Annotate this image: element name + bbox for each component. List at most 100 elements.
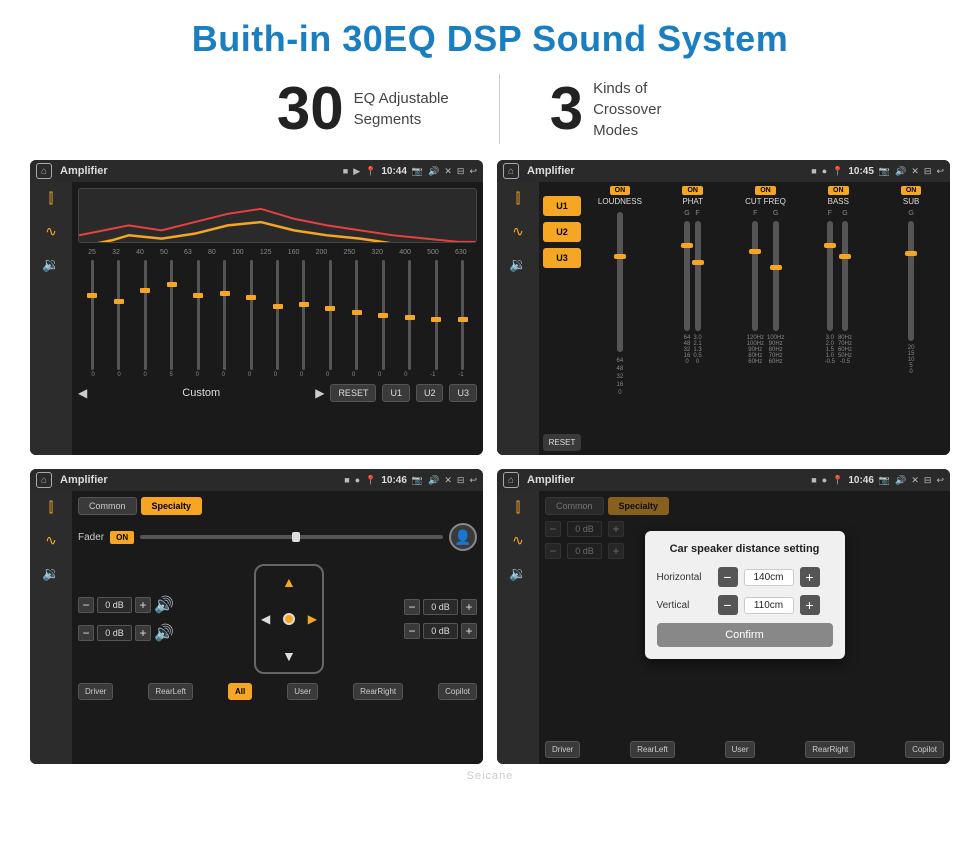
on-badge-3[interactable]: ON: [755, 186, 776, 195]
speaker-icon-4[interactable]: 🔉: [509, 565, 526, 582]
tab-specialty[interactable]: Specialty: [141, 497, 203, 515]
u2-btn[interactable]: U2: [416, 384, 444, 402]
window-icon[interactable]: ⊟: [457, 166, 465, 177]
slider-13[interactable]: [398, 260, 422, 370]
slider-15[interactable]: [451, 260, 475, 370]
vert-plus[interactable]: +: [800, 595, 820, 615]
driver-btn[interactable]: Driver: [78, 683, 113, 700]
phat-f-slider[interactable]: [695, 221, 701, 331]
close-icon-4[interactable]: ✕: [911, 475, 919, 486]
rr-minus[interactable]: −: [404, 623, 420, 639]
slider-11[interactable]: [345, 260, 369, 370]
home-icon-2[interactable]: [503, 163, 519, 179]
phat-g-slider[interactable]: [684, 221, 690, 331]
bass-g-slider[interactable]: [842, 221, 848, 331]
rr-plus[interactable]: +: [461, 623, 477, 639]
driver-btn-4[interactable]: Driver: [545, 741, 580, 758]
slider-9[interactable]: [292, 260, 316, 370]
u3-btn[interactable]: U3: [449, 384, 477, 402]
next-btn[interactable]: ▶: [315, 386, 324, 400]
wave-icon[interactable]: ∿: [45, 223, 57, 240]
back-icon-2[interactable]: ↩: [936, 166, 944, 177]
u2-btn-2[interactable]: U2: [543, 222, 581, 242]
slider-7[interactable]: [239, 260, 263, 370]
rearleft-btn-4[interactable]: RearLeft: [630, 741, 675, 758]
reset-btn[interactable]: RESET: [330, 384, 376, 402]
all-btn[interactable]: All: [228, 683, 252, 700]
lf-plus[interactable]: +: [135, 597, 151, 613]
speaker-icon-2[interactable]: 🔉: [509, 256, 526, 273]
user-btn-4[interactable]: User: [725, 741, 756, 758]
prev-btn[interactable]: ◀: [78, 386, 87, 400]
lr-minus[interactable]: −: [78, 625, 94, 641]
slider-12[interactable]: [371, 260, 395, 370]
window-icon-2[interactable]: ⊟: [924, 166, 932, 177]
back-icon-4[interactable]: ↩: [936, 475, 944, 486]
wave-icon-4[interactable]: ∿: [512, 532, 524, 549]
u1-btn-2[interactable]: U1: [543, 196, 581, 216]
slider-5[interactable]: [186, 260, 210, 370]
slider-4[interactable]: [159, 260, 183, 370]
horiz-plus[interactable]: +: [800, 567, 820, 587]
close-icon-3[interactable]: ✕: [444, 475, 452, 486]
back-icon[interactable]: ↩: [469, 166, 477, 177]
cutfreq-f-slider[interactable]: [752, 221, 758, 331]
on-badge-1[interactable]: ON: [610, 186, 631, 195]
back-icon-3[interactable]: ↩: [469, 475, 477, 486]
copilot-btn-4[interactable]: Copilot: [905, 741, 944, 758]
fader-track[interactable]: [140, 535, 443, 539]
slider-10[interactable]: [318, 260, 342, 370]
horiz-minus[interactable]: −: [718, 567, 738, 587]
rearright-btn[interactable]: RearRight: [353, 683, 403, 700]
home-icon[interactable]: [36, 163, 52, 179]
fader-on-toggle[interactable]: ON: [110, 531, 134, 544]
slider-6[interactable]: [212, 260, 236, 370]
home-icon-4[interactable]: [503, 472, 519, 488]
rf-minus[interactable]: −: [404, 599, 420, 615]
sub-slider[interactable]: [908, 221, 914, 341]
wave-icon-3[interactable]: ∿: [45, 532, 57, 549]
slider-1[interactable]: [80, 260, 104, 370]
on-badge-5[interactable]: ON: [901, 186, 922, 195]
preset-label: Custom: [93, 387, 309, 399]
reset-btn-2[interactable]: RESET: [543, 434, 581, 451]
vert-minus[interactable]: −: [718, 595, 738, 615]
tab-common[interactable]: Common: [78, 497, 137, 515]
rearright-btn-4[interactable]: RearRight: [805, 741, 855, 758]
eq-icon[interactable]: ⫿: [49, 190, 53, 207]
u3-btn-2[interactable]: U3: [543, 248, 581, 268]
loudness-slider[interactable]: [617, 212, 623, 352]
lf-minus[interactable]: −: [78, 597, 94, 613]
ch-phat-label: PHAT: [682, 197, 703, 206]
rf-plus[interactable]: +: [461, 599, 477, 615]
lr-plus[interactable]: +: [135, 625, 151, 641]
eq-icon-2[interactable]: ⫿: [516, 190, 520, 207]
speaker-icon[interactable]: 🔉: [42, 256, 59, 273]
copilot-btn[interactable]: Copilot: [438, 683, 477, 700]
slider-3[interactable]: [133, 260, 157, 370]
user-btn[interactable]: User: [287, 683, 318, 700]
profile-btn[interactable]: 👤: [449, 523, 477, 551]
cutfreq-g-slider[interactable]: [773, 221, 779, 331]
close-icon[interactable]: ✕: [444, 166, 452, 177]
slider-2[interactable]: [106, 260, 130, 370]
eq-icon-4[interactable]: ⫿: [516, 499, 520, 516]
speaker-icon-3[interactable]: 🔉: [42, 565, 59, 582]
u1-btn[interactable]: U1: [382, 384, 410, 402]
close-icon-2[interactable]: ✕: [911, 166, 919, 177]
bass-f-slider[interactable]: [827, 221, 833, 331]
wave-icon-2[interactable]: ∿: [512, 223, 524, 240]
window-icon-4[interactable]: ⊟: [924, 475, 932, 486]
confirm-btn[interactable]: Confirm: [657, 623, 833, 647]
on-badge-2[interactable]: ON: [682, 186, 703, 195]
home-icon-3[interactable]: [36, 472, 52, 488]
time-2: 10:45: [848, 166, 874, 177]
rearleft-btn[interactable]: RearLeft: [148, 683, 193, 700]
on-badge-4[interactable]: ON: [828, 186, 849, 195]
fader-thumb[interactable]: [292, 532, 300, 542]
window-icon-3[interactable]: ⊟: [457, 475, 465, 486]
screen4-main: Common Specialty − 0 dB + − 0 dB: [539, 491, 950, 764]
slider-14[interactable]: [424, 260, 448, 370]
eq-icon-3[interactable]: ⫿: [49, 499, 53, 516]
slider-8[interactable]: [265, 260, 289, 370]
